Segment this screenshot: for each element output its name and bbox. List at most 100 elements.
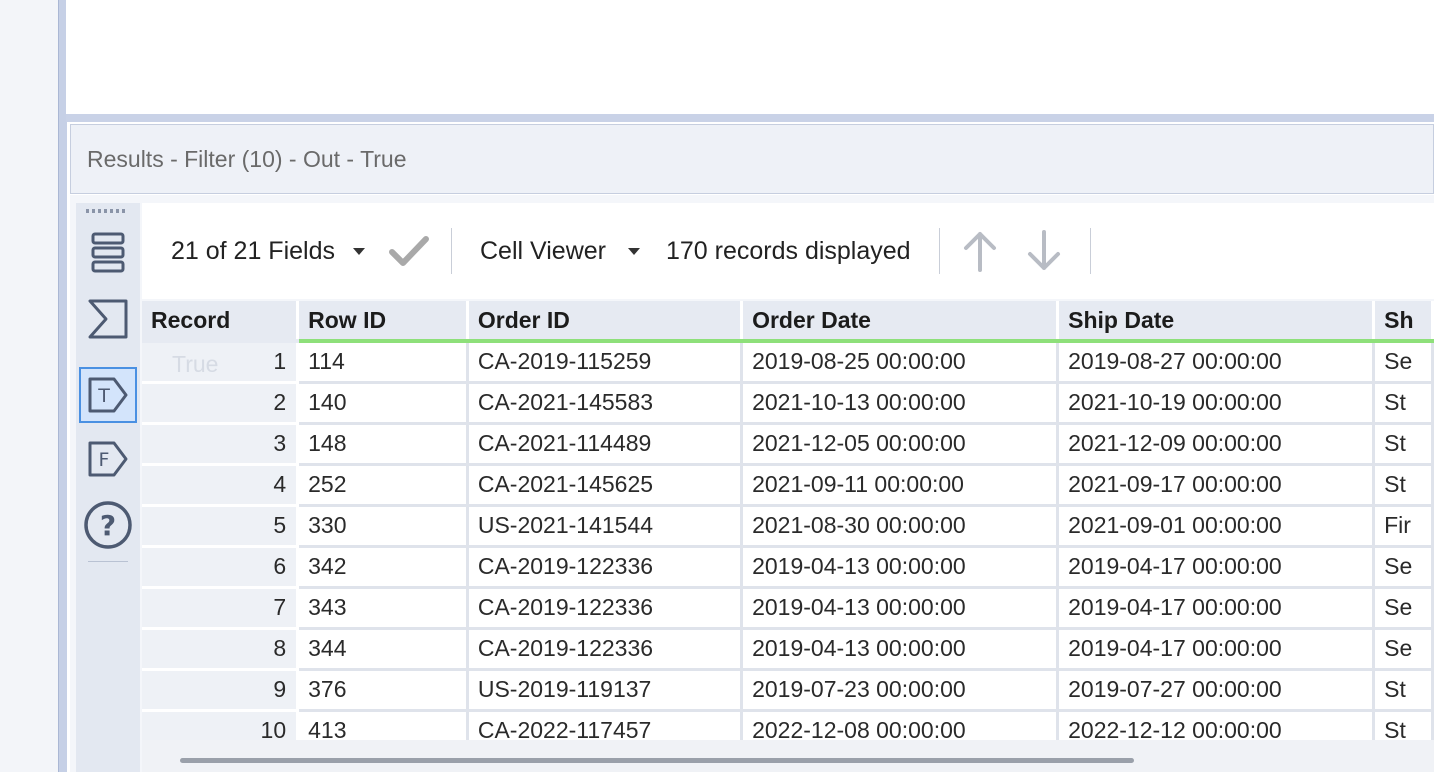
workflow-canvas[interactable] [66,0,1434,114]
true-anchor-button[interactable]: T [79,367,137,423]
cell-order-id[interactable]: CA-2021-145583 [467,382,744,425]
fields-label: 21 of 21 Fields [171,236,335,265]
panel-splitter[interactable] [66,114,1434,122]
record-number: 9 [142,669,300,712]
results-side-toolbar: T F ? [76,203,140,772]
cell-ship-mode[interactable]: St [1373,464,1434,507]
left-gutter [0,0,58,772]
cell-ship-mode[interactable]: Se [1373,587,1434,630]
cell-ship-mode[interactable]: St [1373,669,1434,712]
record-number: 5 [142,505,300,548]
table-row[interactable]: 6 342 CA-2019-122336 2019-04-13 00:00:00… [142,546,1434,589]
cell-row-id[interactable]: 413 [297,710,469,740]
records-label: 170 records displayed [665,236,911,265]
column-header-order-id[interactable]: Order ID [467,301,744,343]
drag-ghost-label: True [172,351,219,377]
cell-row-id[interactable]: 376 [297,669,469,712]
drag-grip-icon[interactable] [86,209,126,213]
scrollbar-thumb[interactable] [180,758,1134,763]
results-toolbar: 21 of 21 Fields Cell Viewer 170 records … [142,203,1434,299]
cell-order-id[interactable]: US-2021-141544 [467,505,744,548]
cell-ship-mode[interactable]: Se [1373,546,1434,589]
viewer-label: Cell Viewer [480,236,606,265]
cell-row-id[interactable]: 330 [297,505,469,548]
cell-order-date[interactable]: 2021-10-13 00:00:00 [741,382,1060,425]
cell-ship-date[interactable]: 2021-12-09 00:00:00 [1057,423,1376,466]
cell-row-id[interactable]: 114 [297,341,469,384]
table-row[interactable]: 7 343 CA-2019-122336 2019-04-13 00:00:00… [142,587,1434,630]
cell-ship-mode[interactable]: Fir [1373,505,1434,548]
cell-order-id[interactable]: CA-2019-122336 [467,546,744,589]
cell-ship-mode[interactable]: Se [1373,628,1434,671]
cell-order-date[interactable]: 2021-09-11 00:00:00 [741,464,1060,507]
list-view-button[interactable] [79,225,137,281]
cell-ship-mode[interactable]: St [1373,710,1434,740]
summary-button[interactable] [79,291,137,347]
column-header-ship-date[interactable]: Ship Date [1057,301,1376,343]
false-anchor-button[interactable]: F [79,431,137,487]
record-number: 8 [142,628,300,671]
cell-ship-date[interactable]: 2019-04-17 00:00:00 [1057,587,1376,630]
record-number: True 1 [142,341,300,384]
cell-ship-date[interactable]: 2019-04-17 00:00:00 [1057,628,1376,671]
column-header-row-id[interactable]: Row ID [297,301,469,343]
help-icon: ? [84,501,132,549]
cell-order-date[interactable]: 2019-04-13 00:00:00 [741,628,1060,671]
help-button[interactable]: ? [79,497,137,553]
cell-order-date[interactable]: 2019-04-13 00:00:00 [741,587,1060,630]
column-header-record[interactable]: Record [142,301,300,343]
cell-ship-mode[interactable]: St [1373,423,1434,466]
cell-order-date[interactable]: 2019-04-13 00:00:00 [741,546,1060,589]
cell-order-date[interactable]: 2021-12-05 00:00:00 [741,423,1060,466]
column-header-ship-mode[interactable]: Sh [1373,301,1434,343]
table-row[interactable]: 10 413 CA-2022-117457 2022-12-08 00:00:0… [142,710,1434,740]
scroll-down-button[interactable] [1024,230,1064,272]
cell-ship-date[interactable]: 2021-09-17 00:00:00 [1057,464,1376,507]
cell-ship-date[interactable]: 2021-10-19 00:00:00 [1057,382,1376,425]
cell-order-id[interactable]: US-2019-119137 [467,669,744,712]
cell-ship-date[interactable]: 2022-12-12 00:00:00 [1057,710,1376,740]
cell-ship-date[interactable]: 2019-04-17 00:00:00 [1057,546,1376,589]
cell-row-id[interactable]: 148 [297,423,469,466]
arrow-up-icon [963,232,996,272]
cell-order-id[interactable]: CA-2019-115259 [467,341,744,384]
table-row[interactable]: 3 148 CA-2021-114489 2021-12-05 00:00:00… [142,423,1434,466]
cell-row-id[interactable]: 342 [297,546,469,589]
cell-order-id[interactable]: CA-2022-117457 [467,710,744,740]
true-anchor-icon: T [88,377,128,413]
table-row[interactable]: 9 376 US-2019-119137 2019-07-23 00:00:00… [142,669,1434,712]
scroll-up-button[interactable] [960,230,1000,272]
cell-ship-mode[interactable]: Se [1373,341,1434,384]
cell-order-id[interactable]: CA-2021-114489 [467,423,744,466]
cell-ship-date[interactable]: 2021-09-01 00:00:00 [1057,505,1376,548]
cell-row-id[interactable]: 140 [297,382,469,425]
results-grid[interactable]: Record Row ID Order ID Order Date Ship D… [142,301,1434,740]
table-row[interactable]: 4 252 CA-2021-145625 2021-09-11 00:00:00… [142,464,1434,507]
cell-order-date[interactable]: 2019-07-23 00:00:00 [741,669,1060,712]
record-number: 3 [142,423,300,466]
record-number: 4 [142,464,300,507]
cell-order-id[interactable]: CA-2019-122336 [467,587,744,630]
horizontal-scrollbar[interactable] [142,740,1434,772]
cell-row-id[interactable]: 252 [297,464,469,507]
apply-fields-button[interactable] [389,235,429,267]
cell-ship-date[interactable]: 2019-07-27 00:00:00 [1057,669,1376,712]
cell-row-id[interactable]: 343 [297,587,469,630]
column-header-order-date[interactable]: Order Date [741,301,1060,343]
toolbar-divider [938,228,940,274]
cell-order-date[interactable]: 2019-08-25 00:00:00 [741,341,1060,384]
table-row[interactable]: 8 344 CA-2019-122336 2019-04-13 00:00:00… [142,628,1434,671]
table-row[interactable]: 2 140 CA-2021-145583 2021-10-13 00:00:00… [142,382,1434,425]
table-row[interactable]: True 1 114 CA-2019-115259 2019-08-25 00:0… [142,341,1434,384]
cell-row-id[interactable]: 344 [297,628,469,671]
list-view-icon [91,232,125,273]
cell-order-date[interactable]: 2021-08-30 00:00:00 [741,505,1060,548]
viewer-dropdown[interactable]: Cell Viewer [480,237,640,266]
fields-dropdown[interactable]: 21 of 21 Fields [171,237,365,266]
cell-order-id[interactable]: CA-2019-122336 [467,628,744,671]
cell-ship-date[interactable]: 2019-08-27 00:00:00 [1057,341,1376,384]
cell-order-date[interactable]: 2022-12-08 00:00:00 [741,710,1060,740]
cell-ship-mode[interactable]: St [1373,382,1434,425]
table-row[interactable]: 5 330 US-2021-141544 2021-08-30 00:00:00… [142,505,1434,548]
cell-order-id[interactable]: CA-2021-145625 [467,464,744,507]
